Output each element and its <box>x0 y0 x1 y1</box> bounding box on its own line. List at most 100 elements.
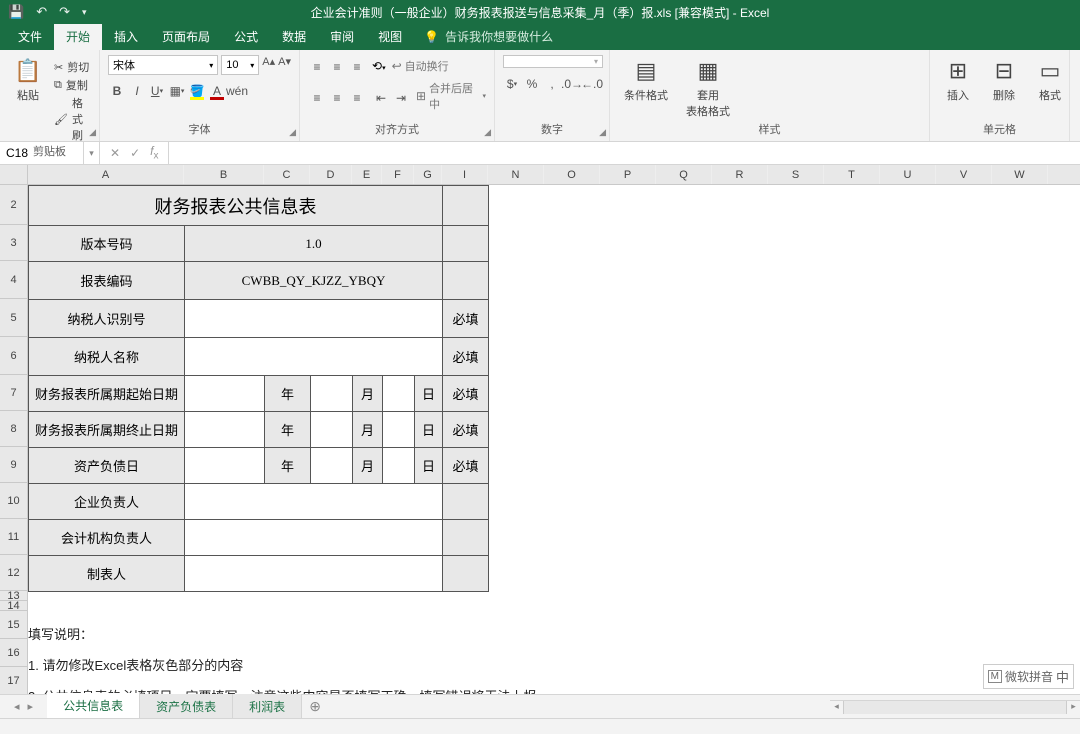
month-input[interactable] <box>311 448 353 484</box>
year-input[interactable] <box>185 376 265 412</box>
month-input[interactable] <box>311 412 353 448</box>
dialog-launcher-icon[interactable]: ◢ <box>599 127 606 138</box>
align-top-button[interactable]: ≡ <box>308 58 326 76</box>
col-header[interactable]: C <box>264 165 310 184</box>
copy-button[interactable]: ⧉复制 <box>54 77 91 93</box>
cut-button[interactable]: ✂剪切 <box>54 59 91 75</box>
row-header[interactable]: 17 <box>0 667 27 695</box>
dialog-launcher-icon[interactable]: ◢ <box>484 127 491 138</box>
tab-view[interactable]: 视图 <box>366 23 414 50</box>
align-left-button[interactable]: ≡ <box>308 89 326 107</box>
tab-insert[interactable]: 插入 <box>102 23 150 50</box>
tab-formulas[interactable]: 公式 <box>222 23 270 50</box>
year-input[interactable] <box>185 448 265 484</box>
tab-review[interactable]: 审阅 <box>318 23 366 50</box>
row-value[interactable] <box>185 484 443 520</box>
col-header[interactable]: E <box>352 165 382 184</box>
qat-customize-icon[interactable]: ▾ <box>82 7 87 18</box>
undo-icon[interactable]: ↶ <box>36 4 47 20</box>
row-header[interactable]: 5 <box>0 299 27 337</box>
formula-input[interactable] <box>169 142 1080 164</box>
sheet-tab[interactable]: 公共信息表 <box>47 693 140 720</box>
row-header[interactable]: 4 <box>0 261 27 299</box>
save-icon[interactable]: 💾 <box>8 4 24 20</box>
col-header[interactable]: F <box>382 165 414 184</box>
row-header[interactable]: 9 <box>0 447 27 483</box>
dialog-launcher-icon[interactable]: ◢ <box>289 127 296 138</box>
row-value[interactable] <box>185 556 443 592</box>
row-header[interactable]: 7 <box>0 375 27 411</box>
sheet-tab[interactable]: 利润表 <box>233 694 302 719</box>
day-input[interactable] <box>383 376 415 412</box>
row-header[interactable]: 14 <box>0 601 27 611</box>
maximize-button[interactable] <box>996 0 1038 24</box>
col-header[interactable]: W <box>992 165 1048 184</box>
col-header[interactable]: A <box>28 165 184 184</box>
redo-icon[interactable]: ↷ <box>59 4 70 20</box>
col-header[interactable]: U <box>880 165 936 184</box>
wrap-text-button[interactable]: ↩自动换行 <box>392 58 449 74</box>
row-header[interactable]: 3 <box>0 225 27 261</box>
decrease-indent-button[interactable]: ⇤ <box>372 89 390 107</box>
col-header[interactable]: R <box>712 165 768 184</box>
year-input[interactable] <box>185 412 265 448</box>
phonetic-button[interactable]: wén <box>228 82 246 100</box>
close-button[interactable] <box>1038 0 1080 24</box>
col-header[interactable]: S <box>768 165 824 184</box>
row-header[interactable]: 16 <box>0 639 27 667</box>
col-header[interactable]: P <box>600 165 656 184</box>
row-header[interactable]: 12 <box>0 555 27 591</box>
cells-area[interactable]: 财务报表公共信息表 版本号码1.0 报表编码CWBB_QY_KJZZ_YBQY … <box>28 185 536 705</box>
minimize-button[interactable] <box>954 0 996 24</box>
cancel-icon[interactable]: ✕ <box>110 146 120 160</box>
enter-icon[interactable]: ✓ <box>130 146 140 160</box>
accounting-format-button[interactable]: $▾ <box>503 75 521 93</box>
tab-pagelayout[interactable]: 页面布局 <box>150 23 222 50</box>
new-sheet-button[interactable]: ⊕ <box>302 698 328 715</box>
align-bottom-button[interactable]: ≡ <box>348 58 366 76</box>
orientation-button[interactable]: ⟲▾ <box>372 59 386 73</box>
day-input[interactable] <box>383 448 415 484</box>
decrease-font-icon[interactable]: A▾ <box>278 55 291 75</box>
format-cells-button[interactable]: ▭格式 <box>1030 55 1070 105</box>
row-value[interactable] <box>185 300 443 338</box>
font-size-dropdown[interactable]: 10▾ <box>221 55 259 75</box>
row-header[interactable]: 6 <box>0 337 27 375</box>
month-input[interactable] <box>311 376 353 412</box>
select-all-corner[interactable] <box>0 165 28 184</box>
col-header[interactable]: G <box>414 165 442 184</box>
font-color-button[interactable]: A <box>208 82 226 100</box>
align-right-button[interactable]: ≡ <box>348 89 366 107</box>
col-header[interactable]: D <box>310 165 352 184</box>
row-header[interactable]: 8 <box>0 411 27 447</box>
col-header[interactable]: V <box>936 165 992 184</box>
delete-cells-button[interactable]: ⊟删除 <box>984 55 1024 105</box>
underline-button[interactable]: U▾ <box>148 82 166 100</box>
row-value[interactable] <box>185 520 443 556</box>
decrease-decimal-button[interactable]: ←.0 <box>583 75 601 93</box>
border-button[interactable]: ▦▾ <box>168 82 186 100</box>
row-header[interactable]: 11 <box>0 519 27 555</box>
fx-icon[interactable]: fx <box>150 144 158 161</box>
italic-button[interactable]: I <box>128 82 146 100</box>
tab-data[interactable]: 数据 <box>270 23 318 50</box>
horizontal-scrollbar[interactable]: ◂ ▸ <box>830 700 1080 714</box>
increase-decimal-button[interactable]: .0→ <box>563 75 581 93</box>
tell-me[interactable]: 💡 告诉我你想要做什么 <box>424 28 553 50</box>
number-format-dropdown[interactable]: ▾ <box>503 55 603 68</box>
col-header[interactable]: O <box>544 165 600 184</box>
day-input[interactable] <box>383 412 415 448</box>
worksheet-grid[interactable]: ABCDEFGINOPQRSTUVW 234567891011121314151… <box>0 165 1080 709</box>
increase-indent-button[interactable]: ⇥ <box>392 89 410 107</box>
col-header[interactable]: B <box>184 165 264 184</box>
row-value[interactable] <box>185 338 443 376</box>
col-header[interactable]: T <box>824 165 880 184</box>
conditional-format-button[interactable]: ▤条件格式 <box>618 55 674 105</box>
increase-font-icon[interactable]: A▴ <box>262 55 275 75</box>
paste-button[interactable]: 📋 粘贴 <box>8 55 48 105</box>
sheet-nav-last-icon[interactable]: ▸ <box>28 700 34 713</box>
fill-color-button[interactable]: 🪣 <box>188 82 206 100</box>
dialog-launcher-icon[interactable]: ◢ <box>89 127 96 138</box>
ime-indicator[interactable]: M微软拼音中 <box>983 664 1074 689</box>
format-painter-button[interactable]: 🖌格式刷 <box>54 95 91 143</box>
